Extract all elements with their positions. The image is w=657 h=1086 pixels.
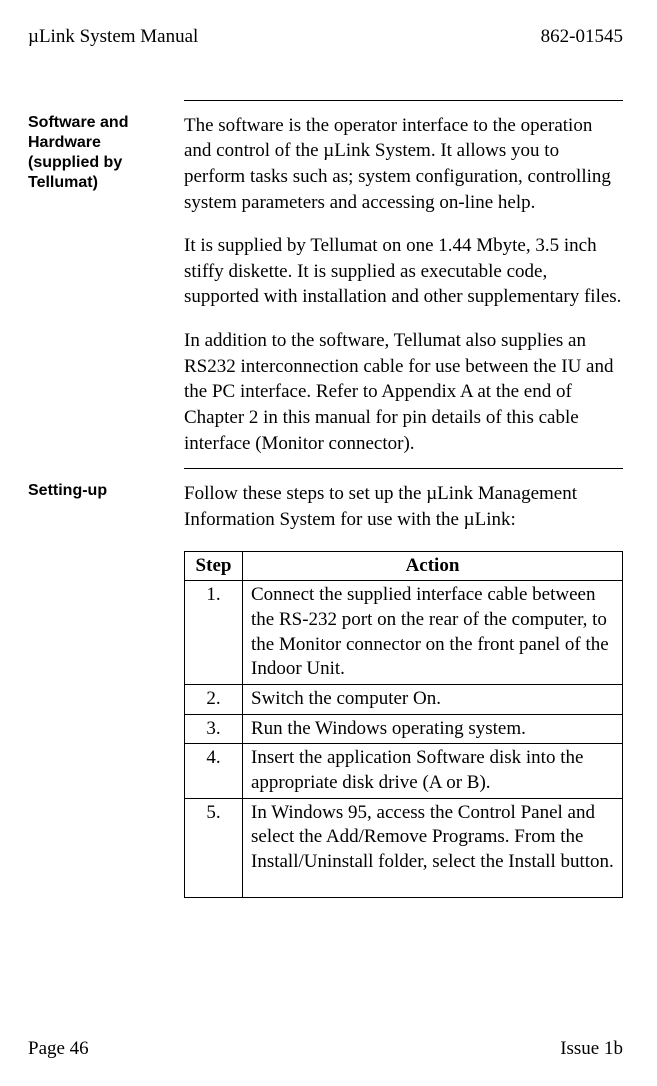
steps-table: Step Action 1. Connect the supplied inte… bbox=[184, 551, 623, 898]
table-row: 3. Run the Windows operating system. bbox=[185, 714, 623, 744]
header-title: µLink System Manual bbox=[28, 24, 198, 50]
col-header-action: Action bbox=[243, 551, 623, 581]
section-rule-top bbox=[184, 100, 623, 101]
step-cell: 5. bbox=[185, 798, 243, 897]
section1-para-3: In addition to the software, Tellumat al… bbox=[184, 328, 623, 456]
step-cell: 2. bbox=[185, 685, 243, 715]
step-cell: 1. bbox=[185, 581, 243, 685]
section-setting-up: Setting-up Follow these steps to set up … bbox=[28, 481, 623, 898]
header-docnum: 862-01545 bbox=[541, 24, 623, 50]
action-cell: Connect the supplied interface cable bet… bbox=[243, 581, 623, 685]
section2-body: Follow these steps to set up the µLink M… bbox=[184, 481, 623, 898]
action-cell: In Windows 95, access the Control Panel … bbox=[243, 798, 623, 897]
section1-para-2: It is supplied by Tellumat on one 1.44 M… bbox=[184, 233, 623, 310]
page-footer: Page 46 Issue 1b bbox=[28, 1036, 623, 1062]
section-rule-mid bbox=[184, 468, 623, 469]
side-heading-setting-up: Setting-up bbox=[28, 481, 166, 898]
table-row: 5. In Windows 95, access the Control Pan… bbox=[185, 798, 623, 897]
footer-issue: Issue 1b bbox=[560, 1036, 623, 1062]
col-header-step: Step bbox=[185, 551, 243, 581]
page-header: µLink System Manual 862-01545 bbox=[28, 24, 623, 50]
table-row: 1. Connect the supplied interface cable … bbox=[185, 581, 623, 685]
table-header-row: Step Action bbox=[185, 551, 623, 581]
step-cell: 3. bbox=[185, 714, 243, 744]
section1-body: The software is the operator interface t… bbox=[184, 113, 623, 457]
section-software-hardware: Software and Hardware (supplied by Tellu… bbox=[28, 113, 623, 457]
action-cell: Switch the computer On. bbox=[243, 685, 623, 715]
step-cell: 4. bbox=[185, 744, 243, 798]
section2-intro: Follow these steps to set up the µLink M… bbox=[184, 481, 623, 532]
action-cell: Insert the application Software disk int… bbox=[243, 744, 623, 798]
table-row: 2. Switch the computer On. bbox=[185, 685, 623, 715]
side-heading-software: Software and Hardware (supplied by Tellu… bbox=[28, 113, 166, 457]
action-cell: Run the Windows operating system. bbox=[243, 714, 623, 744]
section1-para-1: The software is the operator interface t… bbox=[184, 113, 623, 216]
table-row: 4. Insert the application Software disk … bbox=[185, 744, 623, 798]
footer-page: Page 46 bbox=[28, 1036, 89, 1062]
